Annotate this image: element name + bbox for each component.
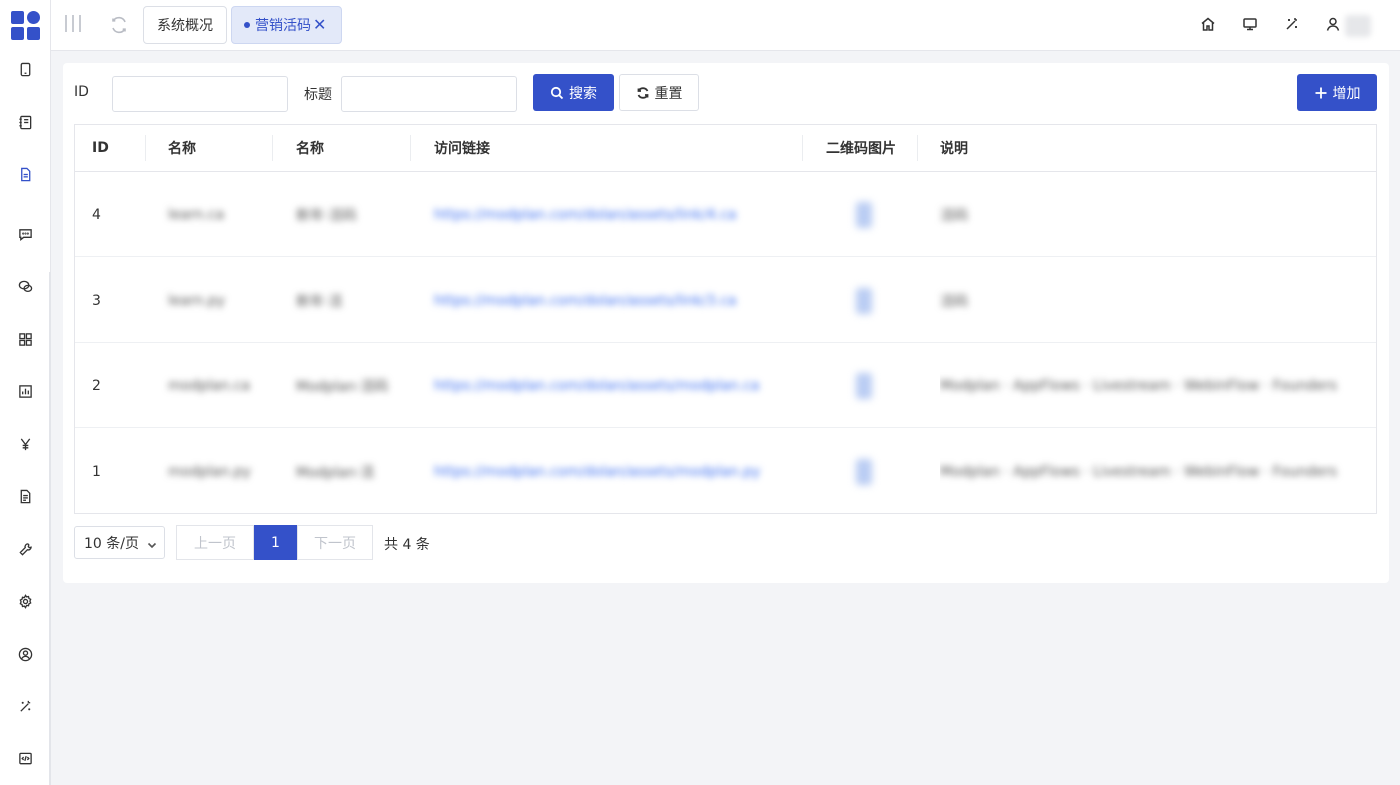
wrench-icon[interactable] bbox=[16, 540, 34, 558]
cell-link[interactable]: https://modplan.com/dolan/assets/modplan… bbox=[434, 378, 759, 394]
data-table: ID 名称 名称 访问链接 二维码图片 说明 4 learn.ca 新年·活码 … bbox=[74, 124, 1377, 514]
cell-name-2: Modplan·活 bbox=[296, 464, 375, 481]
column-header-qrcode[interactable]: 二维码图片 bbox=[826, 125, 896, 171]
column-header-link[interactable]: 访问链接 bbox=[434, 125, 490, 171]
table-row: 2 modplan.ca Modplan·活码 https://modplan.… bbox=[75, 343, 1376, 428]
cell-id: 2 bbox=[92, 377, 101, 394]
column-header-name-2[interactable]: 名称 bbox=[296, 125, 324, 171]
user-icon[interactable] bbox=[1325, 16, 1343, 34]
add-button-label: 增加 bbox=[1332, 85, 1361, 102]
prev-page-button[interactable]: 上一页 bbox=[176, 525, 254, 560]
table-header: ID 名称 名称 访问链接 二维码图片 说明 bbox=[75, 125, 1376, 172]
reset-button-label: 重置 bbox=[654, 85, 683, 102]
sidebar bbox=[0, 0, 51, 785]
search-icon bbox=[550, 86, 564, 99]
qrcode-image[interactable] bbox=[856, 287, 872, 314]
tab-label: 系统概况 bbox=[157, 18, 213, 34]
add-button[interactable]: 增加 bbox=[1297, 74, 1377, 111]
title-filter-label: 标题 bbox=[304, 87, 332, 103]
tab-system-overview[interactable]: 系统概况 bbox=[143, 6, 227, 44]
code-icon[interactable] bbox=[16, 749, 34, 767]
search-button[interactable]: 搜索 bbox=[533, 74, 614, 111]
column-header-description[interactable]: 说明 bbox=[940, 125, 968, 171]
logo-icon[interactable] bbox=[11, 11, 40, 40]
qrcode-image[interactable] bbox=[856, 372, 872, 399]
tab-label: 营销活码 bbox=[255, 18, 311, 34]
document-icon[interactable] bbox=[16, 165, 34, 183]
magic-wand-icon[interactable] bbox=[16, 697, 34, 715]
active-dot-icon bbox=[244, 22, 250, 28]
close-icon[interactable]: ✕ bbox=[313, 17, 326, 33]
page-button-current[interactable]: 1 bbox=[254, 525, 297, 560]
collapse-sidebar-icon[interactable] bbox=[65, 15, 83, 35]
table-row: 1 modplan.py Modplan·活 https://modplan.c… bbox=[75, 429, 1376, 514]
chevron-down-icon bbox=[147, 538, 157, 549]
user-circle-icon[interactable] bbox=[16, 645, 34, 663]
cell-id: 4 bbox=[92, 206, 101, 223]
search-button-label: 搜索 bbox=[569, 85, 597, 102]
cell-name: learn.ca bbox=[168, 206, 225, 223]
file-text-icon[interactable] bbox=[16, 487, 34, 505]
qrcode-image[interactable] bbox=[856, 201, 872, 228]
cell-link[interactable]: https://modplan.com/dolan/assets/link/3.… bbox=[434, 293, 736, 309]
plus-icon bbox=[1315, 87, 1326, 98]
cell-name: modplan.py bbox=[168, 463, 251, 480]
table-row: 4 learn.ca 新年·活码 https://modplan.com/dol… bbox=[75, 172, 1376, 257]
tab-marketing-qrcode[interactable]: 营销活码 ✕ bbox=[231, 6, 342, 44]
column-header-id[interactable]: ID bbox=[92, 125, 109, 171]
cell-id: 1 bbox=[92, 463, 101, 480]
content-card: ID 标题 搜索 重置 增加 ID 名称 名称 访问链接 二维码图片 说明 4 bbox=[63, 63, 1389, 583]
wechat-icon[interactable] bbox=[16, 277, 34, 295]
bar-chart-icon[interactable] bbox=[16, 382, 34, 400]
magic-wand-icon[interactable] bbox=[1284, 16, 1302, 34]
qrcode-image[interactable] bbox=[856, 458, 872, 485]
cell-description: Modplan · AppFlows · Livestream · WebinF… bbox=[940, 377, 1338, 394]
column-header-name[interactable]: 名称 bbox=[168, 125, 196, 171]
total-count: 共 4 条 bbox=[384, 537, 430, 553]
refresh-icon[interactable] bbox=[109, 15, 129, 35]
page-size-label: 10 条/页 bbox=[84, 535, 139, 552]
yen-icon[interactable] bbox=[16, 435, 34, 453]
message-icon[interactable] bbox=[16, 225, 34, 243]
cell-link[interactable]: https://modplan.com/dolan/assets/link/4.… bbox=[434, 207, 736, 223]
table-row: 3 learn.py 新年·活 https://modplan.com/dola… bbox=[75, 258, 1376, 343]
id-filter-label: ID bbox=[74, 84, 89, 100]
tablet-icon[interactable] bbox=[16, 60, 34, 78]
next-page-button[interactable]: 下一页 bbox=[297, 525, 373, 560]
settings-icon[interactable] bbox=[16, 592, 34, 610]
cell-name: modplan.ca bbox=[168, 377, 251, 394]
cell-description: 活码 bbox=[940, 207, 968, 224]
cell-name-2: 新年·活码 bbox=[296, 207, 357, 224]
page-size-select[interactable]: 10 条/页 bbox=[74, 526, 165, 559]
sidebar-scrollbar[interactable] bbox=[49, 272, 51, 785]
id-filter-input[interactable] bbox=[112, 76, 288, 112]
cell-description: Modplan · AppFlows · Livestream · WebinF… bbox=[940, 463, 1338, 480]
monitor-icon[interactable] bbox=[1242, 16, 1260, 34]
cell-name-2: Modplan·活码 bbox=[296, 378, 389, 395]
reset-button[interactable]: 重置 bbox=[619, 74, 699, 111]
notebook-icon[interactable] bbox=[16, 113, 34, 131]
grid-icon[interactable] bbox=[16, 330, 34, 348]
cell-name: learn.py bbox=[168, 292, 226, 309]
refresh-icon bbox=[637, 86, 648, 99]
home-icon[interactable] bbox=[1200, 16, 1218, 34]
cell-name-2: 新年·活 bbox=[296, 293, 343, 310]
title-filter-input[interactable] bbox=[341, 76, 517, 112]
cell-id: 3 bbox=[92, 292, 101, 309]
cell-description: 活码 bbox=[940, 293, 968, 310]
top-bar: 系统概况 营销活码 ✕ bbox=[51, 0, 1400, 51]
username[interactable] bbox=[1345, 15, 1371, 37]
cell-link[interactable]: https://modplan.com/dolan/assets/modplan… bbox=[434, 464, 760, 480]
